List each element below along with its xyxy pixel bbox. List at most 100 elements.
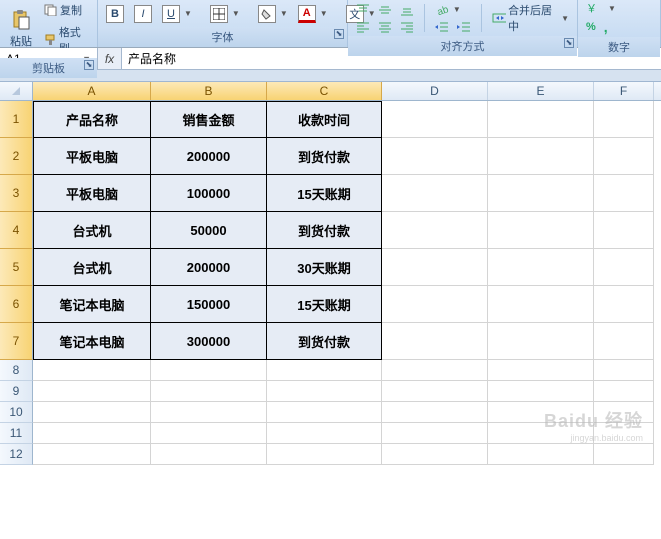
row-header[interactable]: 12: [0, 444, 33, 465]
italic-button[interactable]: I: [130, 3, 156, 25]
cell[interactable]: 到货付款: [267, 138, 382, 175]
percent-button[interactable]: %: [582, 17, 600, 37]
cell[interactable]: [488, 444, 594, 465]
cell[interactable]: [33, 444, 151, 465]
cell[interactable]: [594, 360, 654, 381]
cell[interactable]: 销售金额: [151, 101, 267, 138]
clipboard-launcher-icon[interactable]: ⬊: [84, 60, 94, 70]
cell[interactable]: [267, 444, 382, 465]
cell[interactable]: 平板电脑: [33, 175, 151, 212]
cell[interactable]: [488, 138, 594, 175]
align-left-button[interactable]: [352, 19, 374, 35]
cell[interactable]: 产品名称: [33, 101, 151, 138]
cell[interactable]: [488, 212, 594, 249]
number-format-button[interactable]: ￥▼: [582, 0, 620, 16]
cell[interactable]: 150000: [151, 286, 267, 323]
cell[interactable]: 台式机: [33, 212, 151, 249]
row-header[interactable]: 4: [0, 212, 33, 249]
align-right-button[interactable]: [396, 19, 418, 35]
col-header-f[interactable]: F: [594, 82, 654, 100]
align-center-button[interactable]: [374, 19, 396, 35]
col-header-c[interactable]: C: [267, 82, 382, 100]
cell[interactable]: [33, 423, 151, 444]
cell[interactable]: [594, 381, 654, 402]
row-header[interactable]: 11: [0, 423, 33, 444]
cell[interactable]: 100000: [151, 175, 267, 212]
cell[interactable]: 平板电脑: [33, 138, 151, 175]
col-header-d[interactable]: D: [382, 82, 488, 100]
alignment-launcher-icon[interactable]: ⬊: [564, 38, 574, 48]
cell[interactable]: [33, 360, 151, 381]
cell[interactable]: 到货付款: [267, 323, 382, 360]
row-header[interactable]: 5: [0, 249, 33, 286]
cell[interactable]: [267, 402, 382, 423]
select-all-corner[interactable]: [0, 82, 33, 100]
cell[interactable]: 50000: [151, 212, 267, 249]
cell[interactable]: [488, 101, 594, 138]
cell[interactable]: 台式机: [33, 249, 151, 286]
cell[interactable]: 300000: [151, 323, 267, 360]
row-header[interactable]: 10: [0, 402, 33, 423]
cell[interactable]: [382, 360, 488, 381]
cell[interactable]: [267, 381, 382, 402]
cell[interactable]: [382, 138, 488, 175]
cell[interactable]: [594, 323, 654, 360]
cell[interactable]: [382, 286, 488, 323]
cell[interactable]: [33, 381, 151, 402]
cell[interactable]: [488, 381, 594, 402]
cell[interactable]: [382, 101, 488, 138]
row-header[interactable]: 6: [0, 286, 33, 323]
align-top-button[interactable]: [352, 2, 374, 18]
cell[interactable]: 200000: [151, 249, 267, 286]
merge-center-button[interactable]: 合并后居中▼: [488, 0, 573, 36]
font-color-button[interactable]: A▼: [294, 3, 332, 25]
cell[interactable]: [488, 402, 594, 423]
decrease-indent-button[interactable]: [431, 19, 453, 35]
comma-button[interactable]: ,: [600, 17, 612, 37]
cell[interactable]: [594, 175, 654, 212]
cell[interactable]: [382, 323, 488, 360]
paste-button[interactable]: 粘贴: [4, 7, 38, 51]
cell[interactable]: 笔记本电脑: [33, 286, 151, 323]
borders-button[interactable]: ▼: [206, 3, 244, 25]
cell[interactable]: [594, 212, 654, 249]
orientation-button[interactable]: ab▼: [431, 2, 465, 18]
row-header[interactable]: 3: [0, 175, 33, 212]
cell[interactable]: [488, 249, 594, 286]
cell[interactable]: [488, 175, 594, 212]
cell[interactable]: [488, 286, 594, 323]
cell[interactable]: [594, 138, 654, 175]
cell[interactable]: [594, 423, 654, 444]
col-header-b[interactable]: B: [151, 82, 267, 100]
bold-button[interactable]: B: [102, 3, 128, 25]
row-header[interactable]: 7: [0, 323, 33, 360]
cell[interactable]: [151, 402, 267, 423]
cell[interactable]: [382, 381, 488, 402]
font-launcher-icon[interactable]: ⬊: [334, 29, 344, 39]
cell[interactable]: [151, 381, 267, 402]
row-header[interactable]: 8: [0, 360, 33, 381]
cell[interactable]: 15天账期: [267, 175, 382, 212]
cell[interactable]: 15天账期: [267, 286, 382, 323]
row-header[interactable]: 2: [0, 138, 33, 175]
cell[interactable]: 200000: [151, 138, 267, 175]
col-header-a[interactable]: A: [33, 82, 151, 100]
cell[interactable]: [488, 423, 594, 444]
cell[interactable]: [151, 360, 267, 381]
underline-button[interactable]: U▼: [158, 3, 196, 25]
cell[interactable]: [382, 423, 488, 444]
cell[interactable]: [267, 423, 382, 444]
cell[interactable]: [594, 444, 654, 465]
row-header[interactable]: 9: [0, 381, 33, 402]
cell[interactable]: 30天账期: [267, 249, 382, 286]
cell[interactable]: [594, 402, 654, 423]
cell[interactable]: [594, 101, 654, 138]
cell[interactable]: [33, 402, 151, 423]
cell[interactable]: [382, 402, 488, 423]
row-header[interactable]: 1: [0, 101, 33, 138]
cell[interactable]: [151, 423, 267, 444]
cell[interactable]: 到货付款: [267, 212, 382, 249]
align-bottom-button[interactable]: [396, 2, 418, 18]
cell[interactable]: [382, 444, 488, 465]
cell[interactable]: [594, 286, 654, 323]
